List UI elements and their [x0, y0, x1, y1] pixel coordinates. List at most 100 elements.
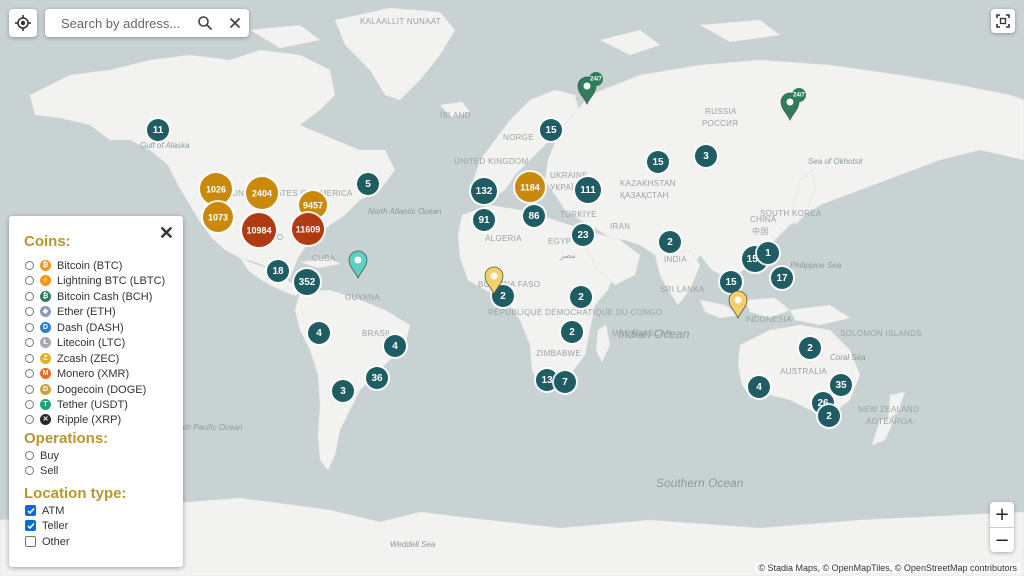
coin-label: Lightning BTC (LBTC) — [57, 274, 166, 287]
cluster-marker[interactable]: 86 — [521, 203, 547, 229]
cluster-count: 2 — [569, 327, 575, 338]
cluster-marker[interactable]: 1073 — [201, 200, 235, 234]
radio-button[interactable] — [25, 276, 34, 285]
zoom-out-button[interactable]: − — [990, 528, 1014, 553]
cluster-marker[interactable]: 3 — [330, 378, 356, 404]
cluster-marker[interactable]: 11 — [145, 117, 171, 143]
radio-button[interactable] — [25, 400, 34, 409]
cluster-marker[interactable]: 18 — [265, 258, 291, 284]
coin-label: Monero (XMR) — [57, 367, 130, 380]
radio-button[interactable] — [25, 354, 34, 363]
coin-option[interactable]: ⚡ Lightning BTC (LBTC) — [25, 273, 165, 288]
cluster-marker[interactable]: 111 — [573, 175, 603, 205]
cluster-count: 91 — [478, 215, 490, 226]
cluster-count: 11 — [153, 125, 164, 136]
checkbox-checked[interactable] — [25, 505, 36, 516]
cluster-marker[interactable]: 2 — [816, 403, 842, 429]
search-icon[interactable] — [197, 15, 213, 31]
location-type-option[interactable]: Other — [25, 534, 70, 549]
coin-option[interactable]: ₿ Bitcoin Cash (BCH) — [25, 289, 152, 304]
country-label: SOLOMON ISLANDS — [840, 329, 922, 338]
cluster-marker[interactable]: 7 — [552, 369, 578, 395]
cluster-count: 7 — [562, 377, 568, 388]
operation-option[interactable]: Sell — [25, 463, 58, 478]
radio-button[interactable] — [25, 338, 34, 347]
radio-button[interactable] — [25, 415, 34, 424]
cluster-marker[interactable]: 2 — [568, 284, 594, 310]
check-icon — [26, 522, 35, 529]
cluster-marker[interactable]: 4 — [382, 333, 408, 359]
country-label: TÜRKİYE — [560, 210, 597, 219]
coin-option[interactable]: ✕ Ripple (XRP) — [25, 412, 121, 427]
location-type-option[interactable]: Teller — [25, 518, 68, 533]
cluster-marker[interactable]: 17 — [769, 265, 795, 291]
coin-label: Litecoin (LTC) — [57, 336, 126, 349]
cluster-marker[interactable]: 2 — [559, 319, 585, 345]
coin-option[interactable]: D Dogecoin (DOGE) — [25, 382, 146, 397]
coin-option[interactable]: Z Zcash (ZEC) — [25, 351, 119, 366]
radio-button[interactable] — [25, 323, 34, 332]
cluster-marker[interactable]: 352 — [292, 267, 322, 297]
coin-label: Bitcoin Cash (BCH) — [57, 290, 153, 303]
coin-label: Ripple (XRP) — [57, 413, 122, 426]
coin-option[interactable]: D Dash (DASH) — [25, 320, 124, 335]
dogecoin-icon: D — [40, 384, 51, 395]
cluster-marker[interactable]: 15 — [538, 117, 564, 143]
cluster-marker[interactable]: 23 — [570, 222, 596, 248]
cluster-marker[interactable]: 4 — [306, 320, 332, 346]
location-type-label: Teller — [42, 519, 69, 532]
radio-button[interactable] — [25, 451, 34, 460]
bitcoin-cash-icon: ₿ — [40, 291, 51, 302]
close-panel-icon[interactable]: ✕ — [159, 224, 174, 242]
coin-option[interactable]: M Monero (XMR) — [25, 366, 129, 381]
coin-option[interactable]: Ł Litecoin (LTC) — [25, 335, 125, 350]
cluster-marker[interactable]: 2 — [657, 229, 683, 255]
close-icon[interactable] — [227, 15, 243, 31]
cluster-count: 132 — [476, 186, 493, 197]
cluster-count: 10984 — [246, 226, 271, 236]
country-label: مصر — [559, 251, 576, 260]
coin-option[interactable]: T Tether (USDT) — [25, 397, 128, 412]
locate-me-button[interactable] — [9, 9, 37, 37]
checkbox-checked[interactable] — [25, 520, 36, 531]
radio-button[interactable] — [25, 385, 34, 394]
operation-option[interactable]: Buy — [25, 448, 59, 463]
radio-button[interactable] — [25, 261, 34, 270]
cluster-marker[interactable]: 1184 — [513, 170, 547, 204]
coin-option[interactable]: ₿ Bitcoin (BTC) — [25, 258, 122, 273]
cluster-marker[interactable]: 4 — [746, 374, 772, 400]
cluster-count: 86 — [528, 211, 540, 222]
cluster-count: 4 — [316, 328, 322, 339]
search-bar — [45, 9, 249, 37]
cluster-count: 11609 — [296, 225, 321, 235]
cluster-count: 23 — [577, 230, 589, 241]
cluster-count: 18 — [272, 266, 284, 277]
radio-button[interactable] — [25, 307, 34, 316]
zoom-in-button[interactable]: + — [990, 502, 1014, 528]
cluster-marker[interactable]: 2 — [797, 335, 823, 361]
country-label: AOTEAROA — [866, 417, 913, 426]
cluster-marker[interactable]: 132 — [469, 176, 499, 206]
radio-button[interactable] — [25, 292, 34, 301]
cluster-marker[interactable]: 15 — [645, 149, 671, 175]
radio-button[interactable] — [25, 369, 34, 378]
location-type-option[interactable]: ATM — [25, 503, 64, 518]
coin-option[interactable]: ◆ Ether (ETH) — [25, 304, 116, 319]
checkbox[interactable] — [25, 536, 36, 547]
cluster-count: 2404 — [252, 189, 272, 199]
cluster-marker[interactable]: 1 — [755, 240, 781, 266]
radio-button[interactable] — [25, 466, 34, 475]
operation-label: Buy — [40, 449, 59, 462]
cluster-marker[interactable]: 36 — [364, 365, 390, 391]
cluster-marker[interactable]: 3 — [693, 143, 719, 169]
litecoin-icon: Ł — [40, 337, 51, 348]
cluster-marker[interactable]: 11609 — [290, 211, 326, 247]
cluster-count: 35 — [835, 380, 847, 391]
country-label: MADAGASCAR — [612, 329, 672, 338]
cluster-marker[interactable]: 91 — [471, 207, 497, 233]
search-input[interactable] — [53, 13, 201, 33]
cluster-marker[interactable]: 5 — [355, 171, 381, 197]
fullscreen-button[interactable] — [991, 9, 1015, 33]
cluster-marker[interactable]: 2404 — [244, 175, 280, 211]
cluster-marker[interactable]: 10984 — [240, 211, 278, 249]
